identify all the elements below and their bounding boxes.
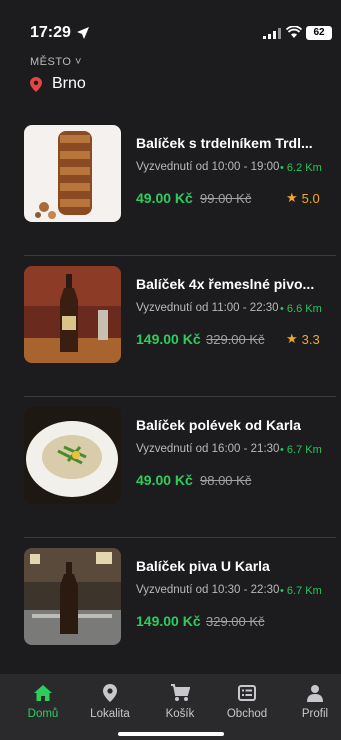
status-bar: 17:29 62 (0, 0, 341, 50)
home-icon (34, 685, 52, 701)
original-price: 329.00 Kč (206, 332, 265, 347)
distance: • 6.7 Km (280, 444, 322, 456)
cart-icon (171, 684, 190, 701)
price: 149.00 Kč (136, 613, 201, 629)
price: 49.00 Kč (136, 190, 193, 206)
home-indicator (118, 732, 224, 736)
distance: • 6.2 Km (280, 162, 322, 174)
pickup-time: Vyzvednutí od 10:30 - 22:30 (136, 584, 280, 596)
offer-title: Balíček polévek od Karla (136, 417, 301, 433)
rating: ★ 3.3 (286, 331, 320, 347)
offer-title: Balíček s trdelníkem Trdl... (136, 135, 313, 151)
pickup-time: Vyzvednutí od 11:00 - 22:30 (136, 302, 279, 314)
tab-location[interactable]: Lokalita (80, 682, 140, 720)
signal-icon (263, 28, 281, 39)
offer-title: Balíček piva U Karla (136, 558, 270, 574)
pickup-time: Vyzvednutí od 16:00 - 21:30 (136, 443, 280, 455)
battery-icon: 62 (306, 26, 332, 40)
user-icon (307, 685, 323, 702)
price: 49.00 Kč (136, 472, 193, 488)
offer-list: Balíček s trdelníkem Trdl... Vyzvednutí … (0, 115, 341, 679)
map-pin-icon (30, 76, 42, 92)
original-price: 99.00 Kč (200, 191, 252, 206)
city-selector-label[interactable]: MĚSTO ˅ (30, 56, 82, 68)
offer-image (24, 266, 121, 363)
star-icon: ★ (286, 190, 298, 205)
offer-image (24, 407, 121, 504)
tab-store[interactable]: Obchod (217, 682, 277, 720)
location-arrow-icon (77, 27, 89, 39)
distance: • 6.7 Km (280, 585, 322, 597)
offer-image (24, 548, 121, 645)
offer-card[interactable]: Balíček 4x řemeslné pivo... Vyzvednutí o… (24, 256, 336, 397)
tab-cart[interactable]: Košík (150, 682, 210, 720)
star-icon: ★ (286, 331, 298, 346)
city-name: Brno (52, 75, 86, 92)
location-pin-icon (103, 684, 117, 702)
offer-title: Balíček 4x řemeslné pivo... (136, 276, 315, 292)
tab-bar: Domů Lokalita Košík Obchod Profil (0, 674, 341, 740)
city-selector[interactable]: Brno (30, 75, 86, 93)
original-price: 329.00 Kč (206, 614, 265, 629)
offer-card[interactable]: Balíček polévek od Karla Vyzvednutí od 1… (24, 397, 336, 538)
original-price: 98.00 Kč (200, 473, 252, 488)
store-list-icon (238, 685, 256, 701)
tab-profile[interactable]: Profil (285, 682, 341, 720)
pickup-time: Vyzvednutí od 10:00 - 19:00 (136, 161, 280, 173)
rating: ★ 5.0 (286, 190, 320, 206)
offer-card[interactable]: Balíček piva U Karla Vyzvednutí od 10:30… (24, 538, 336, 679)
distance: • 6.6 Km (280, 303, 322, 315)
wifi-icon (286, 26, 302, 38)
price: 149.00 Kč (136, 331, 201, 347)
offer-card[interactable]: Balíček s trdelníkem Trdl... Vyzvednutí … (24, 115, 336, 256)
tab-home[interactable]: Domů (13, 682, 73, 720)
clock: 17:29 (30, 24, 71, 41)
offer-image (24, 125, 121, 222)
